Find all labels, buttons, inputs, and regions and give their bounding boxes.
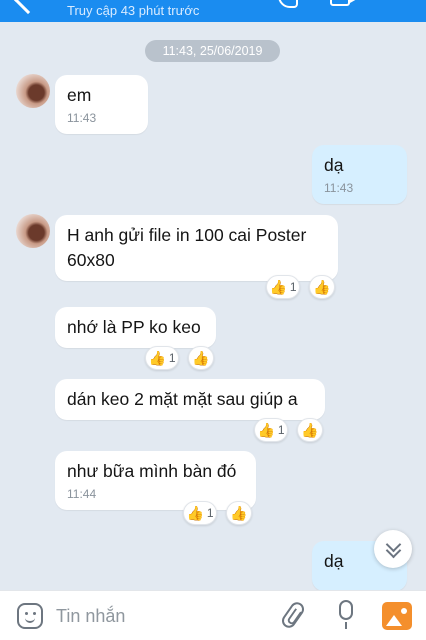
reaction-count: 1 (168, 351, 176, 365)
last-seen-status: Truy cập 43 phút trước (67, 3, 200, 18)
message-time: 11:43 (324, 181, 354, 195)
like-button[interactable]: 👍 (309, 275, 335, 299)
thumbs-up-icon: 👍 (313, 279, 331, 295)
thumbs-up-icon: 👍 (148, 350, 166, 366)
thumbs-up-icon: 👍 (230, 505, 248, 521)
message-text: nhớ là PP ko keo (67, 317, 201, 337)
message-time: 11:43 (67, 111, 97, 125)
message-bubble[interactable]: em 11:43 (55, 75, 148, 134)
message-bubble[interactable]: dán keo 2 mặt mặt sau giúp a (55, 379, 325, 420)
message-bubble[interactable]: nhớ là PP ko keo (55, 307, 216, 348)
message-text: dạ (324, 155, 344, 175)
like-button[interactable]: 👍 (226, 501, 252, 525)
reaction-summary[interactable]: 👍 1 (254, 418, 288, 442)
message-composer: Tin nhắn (0, 590, 426, 640)
reaction-summary[interactable]: 👍 1 (183, 501, 217, 525)
date-separator: 11:43, 25/06/2019 (145, 40, 280, 62)
microphone-icon[interactable] (339, 600, 353, 629)
message-text: H anh gửi file in 100 cai Poster 60x80 (67, 225, 307, 270)
message-input[interactable]: Tin nhắn (56, 603, 256, 629)
avatar[interactable] (16, 74, 50, 108)
message-time: 11:44 (67, 487, 97, 501)
video-call-icon[interactable] (330, 0, 357, 6)
scroll-to-bottom-button[interactable] (374, 530, 412, 568)
back-arrow-icon[interactable] (13, 0, 43, 15)
reaction-count: 1 (277, 423, 285, 437)
sticker-icon[interactable] (17, 603, 43, 629)
message-text: dạ (324, 551, 344, 571)
reaction-count: 1 (206, 506, 214, 520)
message-list[interactable]: 11:43, 25/06/2019 em 11:43 dạ 11:43 H an… (0, 22, 426, 590)
like-button[interactable]: 👍 (297, 418, 323, 442)
attachment-icon[interactable] (279, 599, 307, 631)
avatar[interactable] (16, 214, 50, 248)
image-picker-icon[interactable] (382, 602, 412, 630)
thumbs-up-icon: 👍 (257, 422, 275, 438)
phone-call-icon[interactable] (278, 0, 298, 8)
reaction-summary[interactable]: 👍 1 (145, 346, 179, 370)
message-text: dán keo 2 mặt mặt sau giúp a (67, 389, 298, 409)
message-text: em (67, 85, 92, 105)
like-button[interactable]: 👍 (188, 346, 214, 370)
message-text: như bữa mình bàn đó (67, 461, 237, 481)
chat-header: Truy cập 43 phút trước (0, 0, 426, 22)
message-bubble[interactable]: như bữa mình bàn đó 11:44 (55, 451, 256, 510)
thumbs-up-icon: 👍 (269, 279, 287, 295)
thumbs-up-icon: 👍 (186, 505, 204, 521)
thumbs-up-icon: 👍 (301, 422, 319, 438)
thumbs-up-icon: 👍 (192, 350, 210, 366)
reaction-summary[interactable]: 👍 1 (266, 275, 300, 299)
message-bubble-own[interactable]: dạ 11:43 (312, 145, 407, 204)
reaction-count: 1 (289, 280, 297, 294)
message-bubble[interactable]: H anh gửi file in 100 cai Poster 60x80 (55, 215, 338, 281)
